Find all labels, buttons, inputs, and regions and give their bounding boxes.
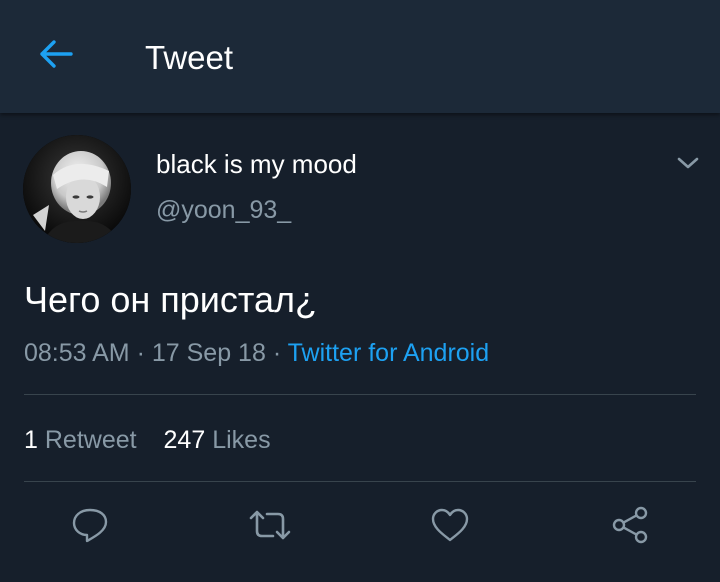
tweet-time: 08:53 AM xyxy=(24,339,130,367)
retweets-label: Retweet xyxy=(44,426,137,454)
avatar[interactable] xyxy=(23,135,131,243)
meta-separator: · xyxy=(272,339,282,367)
user-handle[interactable]: @yoon_93_ xyxy=(156,194,291,226)
display-name[interactable]: black is my mood xyxy=(156,148,357,180)
back-button[interactable] xyxy=(30,36,82,76)
like-icon xyxy=(430,507,470,548)
tweet-meta: 08:53 AM · 17 Sep 18 · Twitter for Andro… xyxy=(24,337,489,369)
reply-icon xyxy=(70,506,110,549)
likes-stat[interactable]: 247 Likes xyxy=(164,424,271,456)
page-title: Tweet xyxy=(145,39,234,76)
tweet-source-link[interactable]: Twitter for Android xyxy=(288,339,489,367)
more-options-button[interactable] xyxy=(668,149,708,181)
tweet-detail: black is my mood @yoon_93_ Чего он прист… xyxy=(0,113,720,582)
share-button[interactable] xyxy=(608,505,652,549)
retweets-count: 1 xyxy=(24,426,38,454)
reply-button[interactable] xyxy=(68,505,112,549)
top-bar: Tweet xyxy=(0,0,720,113)
back-arrow-icon xyxy=(38,39,74,74)
tweet-stats: 1 Retweet 247 Likes xyxy=(24,424,271,456)
retweets-stat[interactable]: 1 Retweet xyxy=(24,424,137,456)
retweet-button[interactable] xyxy=(248,505,292,549)
meta-separator: · xyxy=(136,339,145,367)
tweet-actions xyxy=(0,505,720,565)
chevron-down-icon xyxy=(676,155,700,176)
tweet-date: 17 Sep 18 xyxy=(151,339,266,367)
retweet-icon xyxy=(247,507,293,548)
likes-label: Likes xyxy=(212,426,271,454)
divider xyxy=(24,481,696,482)
tweet-text: Чего он пристал¿ xyxy=(24,279,318,320)
likes-count: 247 xyxy=(163,426,206,454)
like-button[interactable] xyxy=(428,505,472,549)
divider xyxy=(24,394,696,395)
share-icon xyxy=(610,505,650,550)
